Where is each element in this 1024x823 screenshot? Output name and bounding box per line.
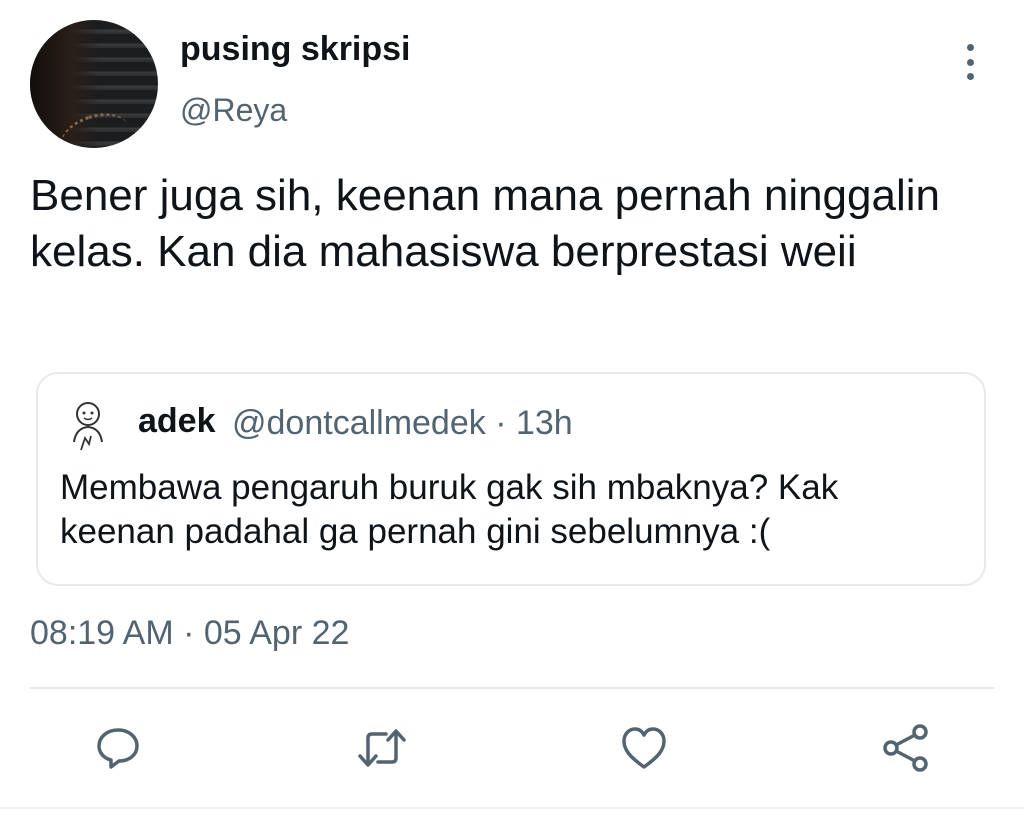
tweet-timestamp: 08:19 AM · 05 Apr 22 — [30, 614, 350, 652]
author-display-name[interactable]: pusing skripsi — [180, 30, 411, 69]
author-handle[interactable]: @Reya — [180, 92, 287, 129]
more-dot — [966, 58, 974, 66]
retweet-button[interactable] — [356, 722, 408, 774]
more-options-icon[interactable] — [958, 44, 982, 80]
quoted-author-avatar — [73, 402, 103, 451]
author-avatar[interactable] — [30, 20, 158, 148]
reply-icon — [97, 728, 139, 769]
bottom-divider — [0, 807, 1024, 809]
reply-button[interactable] — [92, 722, 144, 774]
more-dot — [966, 73, 974, 80]
divider — [30, 687, 994, 689]
more-dot — [966, 44, 974, 51]
tweet-text: Bener juga sih, keenan mana pernah ningg… — [30, 171, 940, 276]
like-icon — [622, 727, 666, 769]
quoted-tweet-text: Membawa pengaruh buruk gak sih mbaknya? … — [60, 468, 839, 551]
quoted-author-name[interactable]: adek — [138, 402, 216, 441]
quoted-tweet-card[interactable]: adek @dontcallmedek · 13h Membawa pengar… — [36, 372, 986, 586]
share-icon — [883, 724, 928, 772]
retweet-icon — [358, 729, 406, 767]
share-button[interactable] — [880, 722, 932, 774]
like-button[interactable] — [618, 722, 670, 774]
quoted-author-meta: @dontcallmedek · 13h — [232, 404, 573, 442]
